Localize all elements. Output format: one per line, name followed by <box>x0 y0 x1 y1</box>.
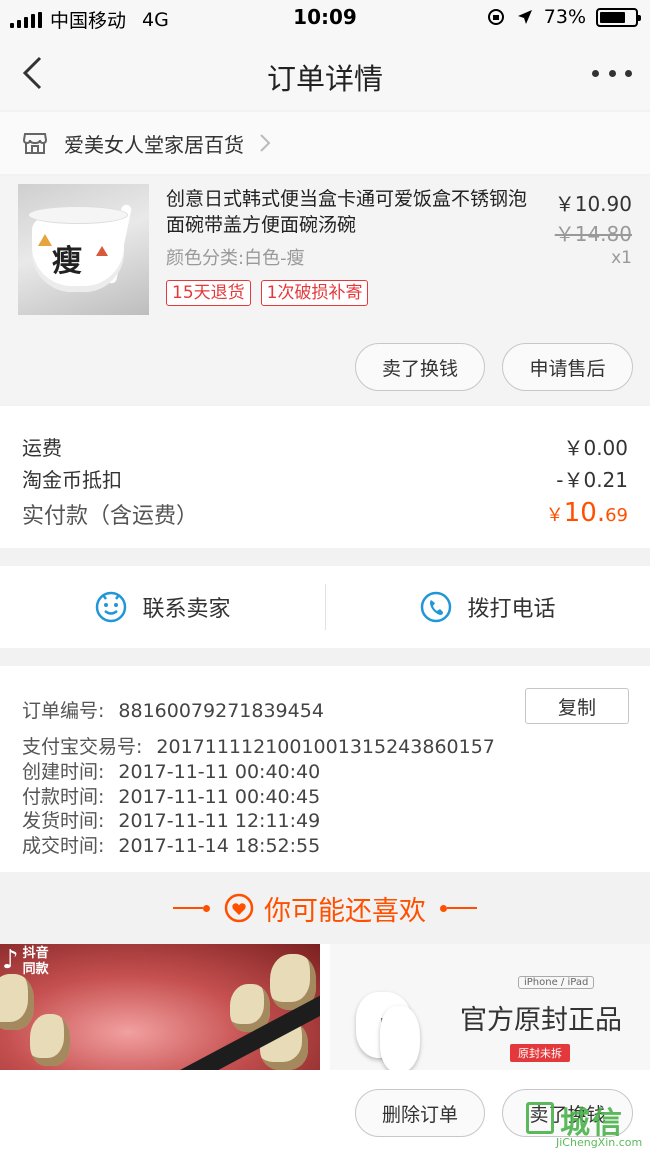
coin-row: 淘金币抵扣 -￥0.21 <box>22 464 628 493</box>
recommend-title: 你可能还喜欢 <box>264 895 426 927</box>
location-icon <box>517 10 532 24</box>
paid-label: 付款时间: <box>22 786 105 808</box>
created-row: 创建时间: 2017-11-11 00:40:40 <box>22 757 320 784</box>
total-integer: 10. <box>563 498 606 528</box>
tag-return: 15天退货 <box>166 280 251 306</box>
service-tags: 15天退货 1次破损补寄 <box>166 280 369 306</box>
alipay-row: 支付宝交易号: 2017111121001001315243860157 <box>22 732 495 759</box>
sealed-tag: 原封未拆 <box>510 1044 570 1062</box>
phone-icon <box>421 591 452 623</box>
product-title[interactable]: 创意日式韩式便当盒卡通可爱饭盒不锈钢泡面碗带盖方便面碗汤碗 <box>166 186 532 238</box>
status-bar: 中国移动 4G 10:09 73% <box>0 0 650 36</box>
closed-label: 成交时间: <box>22 835 105 857</box>
order-info: 订单编号: 88160079271839454 复制 支付宝交易号: 2017111… <box>0 666 650 872</box>
recommend-header: 你可能还喜欢 <box>0 872 650 944</box>
delete-order-button[interactable]: 删除订单 <box>355 1089 485 1137</box>
shop-name: 爱美女人堂家居百货 <box>64 132 244 157</box>
call-label: 拨打电话 <box>467 597 556 622</box>
product-price: ￥10.90 <box>554 192 632 216</box>
tiktok-line2: 同款 <box>22 962 49 977</box>
total-row: 实付款（含运费） ￥10.69 <box>22 498 628 530</box>
product-sku: 颜色分类:白色-瘦 <box>166 248 305 269</box>
total-amount: ￥10.69 <box>546 498 628 530</box>
battery-icon <box>596 7 641 27</box>
orientation-lock-icon <box>487 9 504 25</box>
order-number-value: 88160079271839454 <box>118 700 324 722</box>
page-title: 订单详情 <box>266 62 383 96</box>
order-number-label: 订单编号: <box>22 700 105 722</box>
total-label: 实付款（含运费） <box>22 504 199 529</box>
recommend-item-right[interactable]: R iPhone / iPad 官方原封正品 原封未拆 <box>330 944 650 1070</box>
coin-value: -￥0.21 <box>556 468 628 492</box>
watermark-url: JiChengXin.com <box>556 1136 643 1149</box>
store-icon <box>22 133 48 154</box>
shipping-row: 运费 ￥0.00 <box>22 432 628 461</box>
fee-summary: 运费 ￥0.00 淘金币抵扣 -￥0.21 实付款（含运费） ￥10.69 <box>0 406 650 548</box>
recommend-grid: ♪ 抖音同款 R iPhone / iPad 官方原封正品 原封未拆 <box>0 944 650 1070</box>
battery-percent: 73% <box>543 6 586 28</box>
bottom-action-bar: 删除订单 卖了换钱 城信 JiChengXin.com <box>0 1070 650 1156</box>
header-dot-right <box>440 904 447 912</box>
status-right: 73% <box>486 6 641 28</box>
battery-fill <box>600 11 625 23</box>
product-slogan: 官方原封正品 <box>460 1005 622 1036</box>
paid-row: 付款时间: 2017-11-11 00:40:45 <box>22 782 320 809</box>
more-icon[interactable] <box>592 60 632 86</box>
paid-value: 2017-11-11 00:40:45 <box>118 786 321 808</box>
sell-button[interactable]: 卖了换钱 <box>355 343 485 391</box>
contact-seller-button[interactable]: 联系卖家 <box>0 566 325 648</box>
shop-row[interactable]: 爱美女人堂家居百货 <box>0 112 650 174</box>
closed-row: 成交时间: 2017-11-14 18:52:55 <box>22 831 320 858</box>
tag-damage: 1次破损补寄 <box>260 280 369 306</box>
created-value: 2017-11-11 00:40:40 <box>118 761 321 783</box>
shipped-value: 2017-11-11 12:11:49 <box>118 810 321 832</box>
tiktok-line1: 抖音 <box>22 946 49 961</box>
total-decimal: 69 <box>605 505 628 526</box>
coin-label: 淘金币抵扣 <box>22 468 122 492</box>
heart-icon <box>224 893 254 923</box>
alipay-label: 支付宝交易号: <box>22 736 143 758</box>
header-dash-left <box>173 907 203 909</box>
recommend-item-left[interactable]: ♪ 抖音 同款 <box>0 944 320 1070</box>
total-currency: ￥ <box>545 505 564 526</box>
device-badge: iPhone / iPad <box>518 976 595 989</box>
created-label: 创建时间: <box>22 761 105 783</box>
product-card[interactable]: 瘦 创意日式韩式便当盒卡通可爱饭盒不锈钢泡面碗带盖方便面碗汤碗 颜色分类:白色-… <box>0 176 650 404</box>
shipping-value: ￥0.00 <box>563 436 628 460</box>
header-dash-right <box>447 907 477 909</box>
tiktok-icon: ♪ <box>2 945 19 975</box>
chat-face-icon <box>96 591 127 623</box>
shipped-row: 发货时间: 2017-11-11 12:11:49 <box>22 806 320 833</box>
tiktok-badge: ♪ 抖音 同款 <box>2 946 49 978</box>
shipped-label: 发货时间: <box>22 810 105 832</box>
chevron-right-icon <box>260 134 271 152</box>
shipping-label: 运费 <box>22 436 62 460</box>
order-number-row: 订单编号: 88160079271839454 <box>22 696 324 723</box>
watermark-logo: 城信 JiChengXin.com <box>526 1098 646 1150</box>
product-quantity: x1 <box>611 248 632 268</box>
contact-bar: 联系卖家 拨打电话 <box>0 566 650 648</box>
copy-button[interactable]: 复制 <box>525 688 629 724</box>
closed-value: 2017-11-14 18:52:55 <box>118 835 321 857</box>
call-button[interactable]: 拨打电话 <box>325 566 650 648</box>
alipay-value: 2017111121001001315243860157 <box>156 736 495 758</box>
thumbnail-character: 瘦 <box>52 244 82 279</box>
product-thumbnail[interactable]: 瘦 <box>18 184 149 315</box>
contact-seller-label: 联系卖家 <box>142 597 231 622</box>
after-sale-button[interactable]: 申请售后 <box>502 343 633 391</box>
original-price: ￥14.80 <box>554 222 632 246</box>
nav-bar: 订单详情 <box>0 36 650 110</box>
header-dot-left <box>203 904 210 912</box>
